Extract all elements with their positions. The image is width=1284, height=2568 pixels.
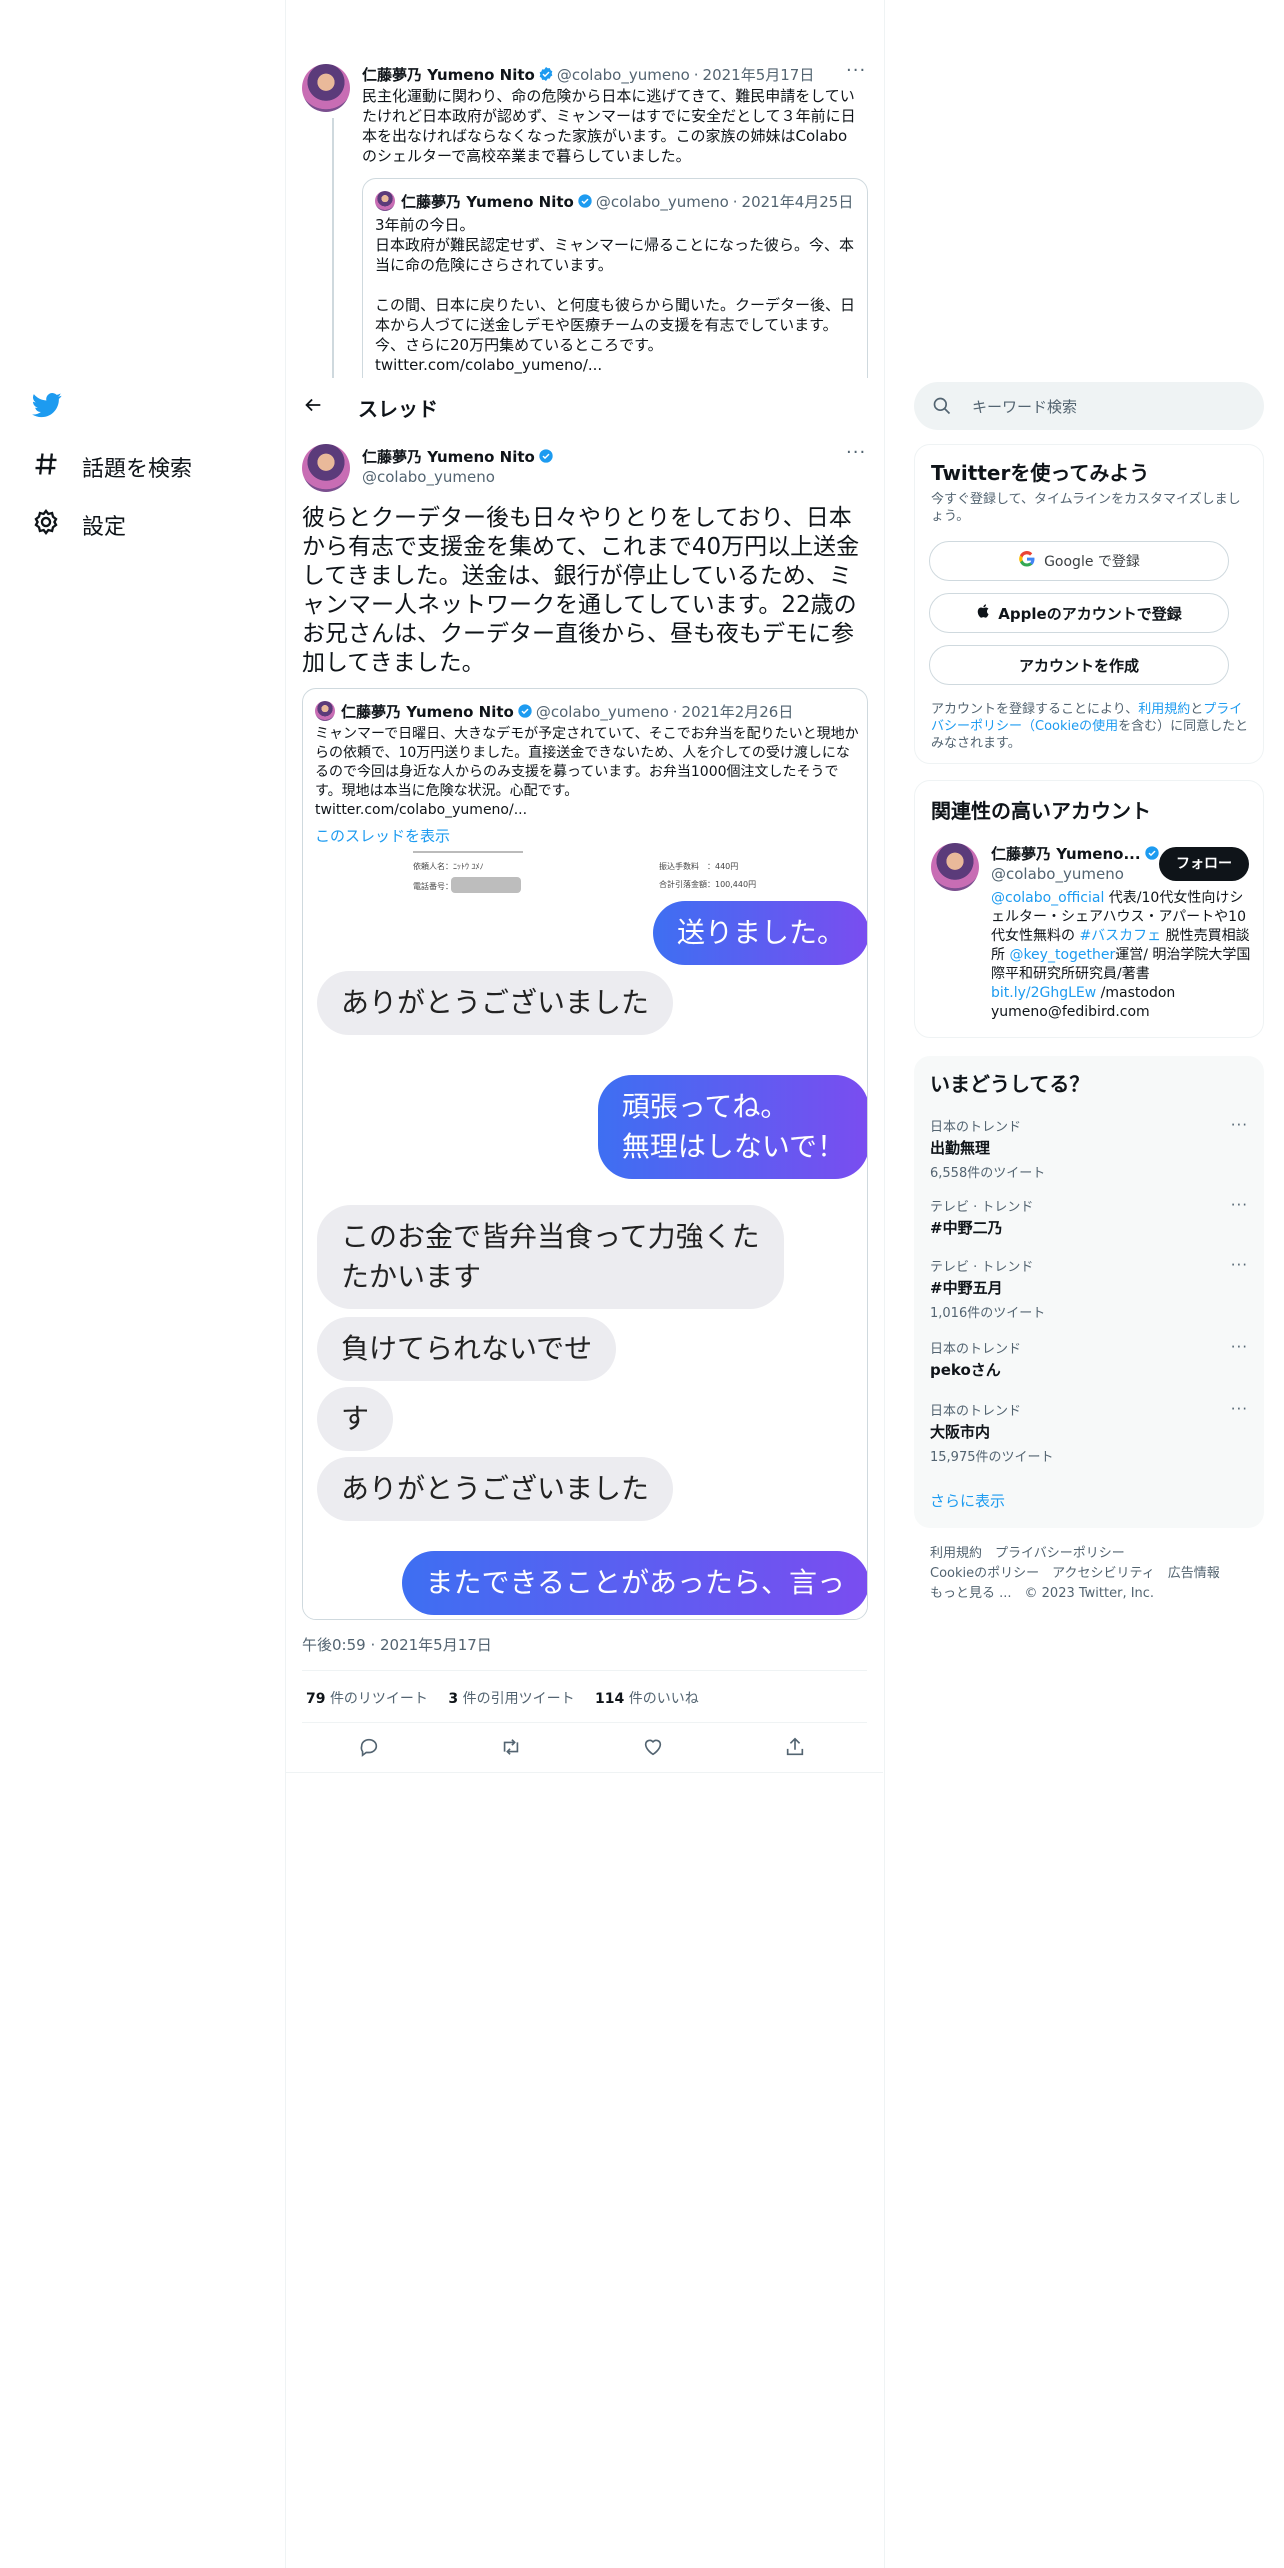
more-options-icon[interactable]: ···: [1231, 1400, 1248, 1418]
quoted-tweet-text: ミャンマーで日曜日、大きなデモが予定されていて、そこでお弁当を配りたいと現地から…: [315, 726, 859, 818]
footer-links[interactable]: 利用規約 プライバシーポリシー Cookieのポリシー アクセシビリティ 広告情…: [930, 1544, 1260, 1604]
avatar[interactable]: [302, 64, 350, 112]
show-more-link[interactable]: さらに表示: [930, 1490, 1005, 1511]
quoted-tweet-text: 3年前の今日。 日本政府が難民認定せず、ミャンマーに帰ることになった彼ら。今、本…: [375, 216, 856, 374]
trend-item[interactable]: 日本のトレンド 大阪市内 15,975件のツイート ···: [930, 1400, 1248, 1465]
trend-item[interactable]: テレビ · トレンド #中野二乃 ···: [930, 1196, 1248, 1238]
receipt-phone: 電話番号：: [413, 882, 453, 891]
receipt-total: 合計引落金額：100,440円: [659, 880, 757, 889]
chat-bubble: す: [317, 1387, 394, 1451]
nav-settings-label: 設定: [82, 515, 127, 540]
signup-card: Twitterを使ってみよう 今すぐ登録して、タイムラインをカスタマイズしましょ…: [914, 444, 1264, 764]
avatar[interactable]: [931, 843, 979, 891]
chat-bubble: ありがとうございました: [317, 971, 674, 1035]
chat-bubble: ありがとうございました: [317, 1457, 674, 1521]
tweet-date[interactable]: 2021年5月17日: [703, 66, 815, 84]
signup-subtitle: 今すぐ登録して、タイムラインをカスタマイズしましょう。: [931, 492, 1241, 524]
parent-tweet[interactable]: 仁藤夢乃 Yumeno Nito @colabo_yumeno · 2021年5月17…: [286, 48, 883, 378]
tweet-text: 民主化運動に関わり、命の危険から日本に逃げてきて、難民申請をしていたけれど日本政…: [362, 87, 856, 165]
gear-icon: [32, 508, 60, 542]
like-count[interactable]: 114 件のいいね: [595, 1691, 699, 1707]
more-options-icon[interactable]: ···: [1231, 1338, 1248, 1356]
verified-badge-icon: [577, 193, 593, 209]
receipt-fee: 振込手数料 ：440円: [659, 862, 739, 871]
author-handle[interactable]: @colabo_yumeno: [557, 66, 690, 84]
quote-count[interactable]: 3 件の引用ツイート: [448, 1691, 574, 1707]
attached-image[interactable]: 依頼人名：ﾆｯﾄｳ ﾕﾒﾉ 電話番号： 振込手数料 ：440円 合計引落金額：1…: [303, 851, 867, 1619]
related-accounts-card: 関連性の高いアカウント 仁藤夢乃 Yumeno... @colabo_yumen…: [914, 780, 1264, 1038]
verified-badge-icon: [538, 66, 554, 82]
author-handle[interactable]: @colabo_yumeno: [362, 468, 495, 486]
share-icon[interactable]: [784, 1736, 806, 1758]
related-bio: @colabo_official 代表/10代女性向けシェルター・シェアハウス・…: [991, 890, 1251, 1020]
trend-item[interactable]: テレビ · トレンド #中野五月 1,016件のツイート ···: [930, 1256, 1248, 1321]
chat-bubble: 負けてられないでせ: [317, 1317, 617, 1381]
google-signup-button[interactable]: Google で登録: [929, 541, 1229, 581]
trends-card: いまどうしてる？ 日本のトレンド 出勤無理 6,558件のツイート ··· テレ…: [914, 1056, 1264, 1528]
related-title: 関連性の高いアカウント: [931, 799, 1151, 823]
more-options-icon[interactable]: ···: [1231, 1116, 1248, 1134]
tweet-text: 彼らとクーデター後も日々やりとりをしており、日本から有志で支援金を集めて、これま…: [302, 505, 860, 676]
quoted-tweet[interactable]: 仁藤夢乃 Yumeno Nito @colabo_yumeno · 2021年2月26…: [302, 688, 868, 1620]
twitter-logo-icon[interactable]: [32, 390, 62, 420]
signup-terms: アカウントを登録することにより、利用規約とプライバシーポリシー（Cookieの使…: [931, 702, 1249, 751]
quoted-tweet[interactable]: 仁藤夢乃 Yumeno Nito @colabo_yumeno · 2021年4月25…: [362, 178, 868, 378]
terms-link[interactable]: 利用規約: [1138, 702, 1190, 717]
chat-bubble: 頑張ってね。 無理はしないで！: [597, 1075, 867, 1179]
more-options-icon[interactable]: ···: [846, 60, 866, 81]
receipt-requester: 依頼人名：ﾆｯﾄｳ ﾕﾒﾉ: [413, 862, 484, 871]
create-account-button[interactable]: アカウントを作成: [929, 645, 1229, 685]
back-arrow-icon[interactable]: [302, 394, 326, 418]
signup-title: Twitterを使ってみよう: [931, 461, 1150, 485]
nav-explore[interactable]: 話題を検索: [32, 450, 192, 484]
chat-bubble: またできることがあったら、言っ: [401, 1551, 867, 1615]
like-heart-icon[interactable]: [642, 1736, 664, 1758]
verified-badge-icon: [1144, 845, 1160, 861]
search-placeholder: キーワード検索: [972, 398, 1078, 416]
verified-badge-icon: [517, 703, 533, 719]
reply-icon[interactable]: [358, 1736, 380, 1758]
page-title: スレッド: [358, 397, 438, 421]
trends-title: いまどうしてる？: [930, 1072, 1090, 1096]
show-thread-link[interactable]: このスレッドを表示: [315, 825, 450, 846]
more-options-icon[interactable]: ···: [1231, 1256, 1248, 1274]
nav-explore-label: 話題を検索: [82, 457, 193, 482]
search-input[interactable]: キーワード検索: [914, 382, 1264, 430]
more-options-icon[interactable]: ···: [1231, 1196, 1248, 1214]
hashtag-icon: [32, 450, 60, 484]
tweet-timestamp[interactable]: 午後0:59 · 2021年5月17日: [302, 1634, 492, 1655]
avatar: [375, 191, 395, 211]
retweet-count[interactable]: 79 件のリツイート: [306, 1691, 428, 1707]
avatar[interactable]: [302, 444, 350, 492]
related-handle[interactable]: @colabo_yumeno: [991, 865, 1124, 883]
verified-badge-icon: [538, 448, 554, 464]
follow-button[interactable]: フォロー: [1159, 847, 1249, 881]
tweet-stats: 79 件のリツイート 3 件の引用ツイート 114 件のいいね: [306, 1688, 699, 1708]
nav-settings[interactable]: 設定: [32, 508, 126, 542]
trend-item[interactable]: 日本のトレンド pekoさん ···: [930, 1338, 1248, 1380]
related-name[interactable]: 仁藤夢乃 Yumeno...: [991, 845, 1141, 863]
trend-item[interactable]: 日本のトレンド 出勤無理 6,558件のツイート ···: [930, 1116, 1248, 1181]
thread-header: スレッド: [286, 380, 883, 432]
more-options-icon[interactable]: ···: [846, 442, 866, 463]
retweet-icon[interactable]: [500, 1736, 522, 1758]
apple-signup-button[interactable]: Appleのアカウントで登録: [929, 593, 1229, 633]
chat-bubble: 送りました。: [652, 901, 867, 965]
search-icon: [932, 396, 952, 420]
author-name[interactable]: 仁藤夢乃 Yumeno Nito: [362, 66, 535, 84]
apple-icon: [976, 603, 992, 623]
chat-bubble: このお金で皆弁当食って力強くた たかいます: [317, 1205, 784, 1309]
avatar: [315, 701, 335, 721]
main-tweet: 仁藤夢乃 Yumeno Nito @colabo_yumeno ··· 彼らとク…: [286, 432, 883, 1773]
author-name[interactable]: 仁藤夢乃 Yumeno Nito: [362, 448, 535, 466]
google-g-icon: [1018, 550, 1036, 572]
